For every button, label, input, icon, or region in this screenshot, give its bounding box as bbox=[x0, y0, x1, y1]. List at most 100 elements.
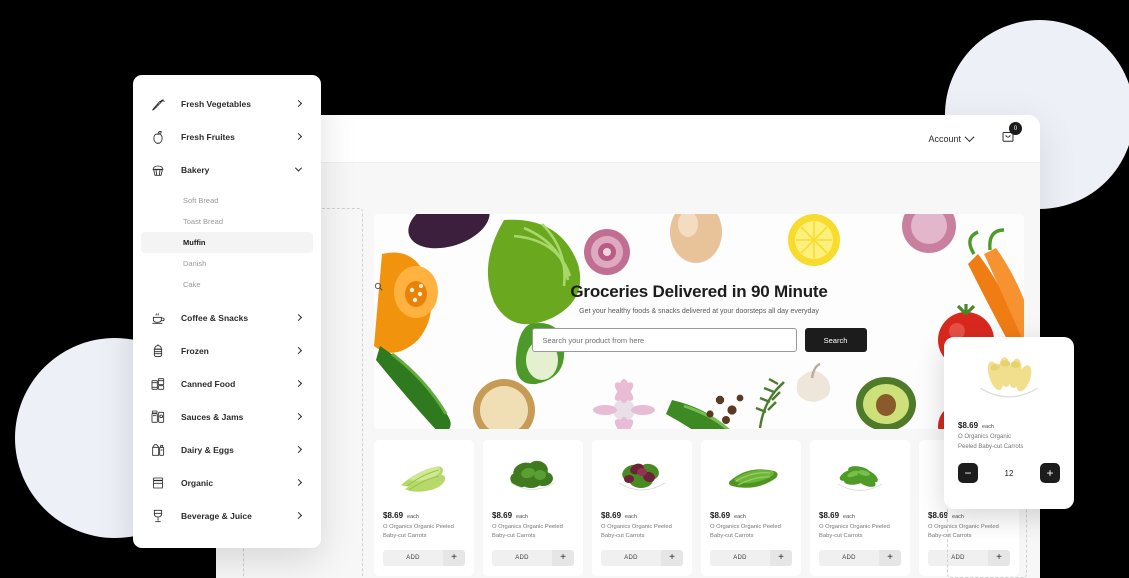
product-card[interactable]: $8.69 each O Organics Organic Peeled Bab… bbox=[483, 440, 583, 576]
category-label: Organic bbox=[181, 477, 214, 488]
canned-food-icon bbox=[149, 375, 167, 393]
baby-corn-bowl-icon bbox=[980, 357, 1038, 405]
chevron-right-icon bbox=[294, 478, 303, 487]
hero-search-row: Search bbox=[374, 282, 1024, 352]
category-subitem-cake[interactable]: Cake bbox=[141, 274, 313, 295]
product-unit: each bbox=[625, 514, 637, 520]
category-subitem-toast-bread[interactable]: Toast Bread bbox=[141, 211, 313, 232]
increment-button[interactable]: + bbox=[1040, 463, 1060, 484]
category-label: Coffee & Snacks bbox=[181, 312, 249, 323]
honey-jar-icon bbox=[149, 474, 167, 492]
product-price-row: $8.69 each bbox=[819, 511, 901, 520]
product-price: $8.69 bbox=[383, 511, 404, 520]
add-to-cart-button[interactable]: ADD bbox=[492, 549, 552, 566]
carrot-icon bbox=[149, 95, 167, 113]
product-price-row: $8.69 each bbox=[710, 511, 792, 520]
chevron-right-icon bbox=[294, 346, 303, 355]
spinach-bowl-icon bbox=[510, 460, 555, 495]
quantity-popup-card[interactable]: $8.69 each O Organics Organic Peeled Bab… bbox=[944, 337, 1074, 509]
app-window: Account 0 Groceries Delivered in 90 Minu… bbox=[216, 115, 1040, 578]
category-subitem-danish[interactable]: Danish bbox=[141, 253, 313, 274]
increment-button[interactable]: + bbox=[552, 549, 574, 566]
product-price: $8.69 bbox=[601, 511, 622, 520]
category-item-fresh-vegetables[interactable]: Fresh Vegetables bbox=[133, 87, 321, 120]
chevron-right-icon bbox=[294, 445, 303, 454]
increment-button[interactable]: + bbox=[443, 549, 465, 566]
increment-button[interactable]: + bbox=[661, 549, 683, 566]
search-button[interactable]: Search bbox=[804, 328, 867, 352]
hero-content: Groceries Delivered in 90 Minute Get you… bbox=[374, 282, 1024, 352]
ice-cream-icon bbox=[149, 342, 167, 360]
product-price: $8.69 bbox=[492, 511, 513, 520]
search-input[interactable] bbox=[542, 335, 786, 345]
product-unit: each bbox=[734, 514, 746, 520]
hero-title: Groceries Delivered in 90 Minute bbox=[570, 282, 828, 301]
product-card[interactable]: $8.69 each O Organics Organic Peeled Bab… bbox=[701, 440, 801, 576]
product-add-row: ADD + bbox=[710, 549, 792, 566]
product-unit: each bbox=[516, 514, 528, 520]
product-image bbox=[601, 449, 683, 505]
increment-button[interactable]: + bbox=[770, 549, 792, 566]
product-name: O Organics Organic Peeled Baby-cut Carro… bbox=[383, 524, 454, 539]
quantity-value: 12 bbox=[1004, 468, 1014, 478]
chevron-down-icon bbox=[294, 164, 303, 172]
apple-icon bbox=[149, 128, 167, 146]
product-card[interactable]: $8.69 each O Organics Organic Peeled Bab… bbox=[592, 440, 692, 576]
mixed-salad-bowl-icon bbox=[618, 463, 666, 496]
wine-glass-icon bbox=[149, 507, 167, 525]
product-unit: each bbox=[843, 514, 855, 520]
hero-subtitle: Get your healthy foods & snacks delivere… bbox=[579, 308, 819, 315]
category-label: Fresh Fruites bbox=[181, 131, 235, 142]
popup-product-image bbox=[958, 351, 1060, 413]
product-image bbox=[383, 449, 465, 505]
product-add-row: ADD + bbox=[819, 549, 901, 566]
product-price: $8.69 bbox=[928, 511, 949, 520]
product-image bbox=[710, 449, 792, 505]
category-label: Bakery bbox=[181, 164, 210, 175]
product-price: $8.69 bbox=[710, 511, 731, 520]
category-item-sauces-and-jams[interactable]: Sauces & Jams bbox=[133, 400, 321, 433]
category-subitem-muffin[interactable]: Muffin bbox=[141, 232, 313, 253]
screenshot-stage: Account 0 Groceries Delivered in 90 Minu… bbox=[0, 0, 1129, 578]
green-beans-bowl-icon bbox=[837, 466, 883, 496]
category-subitem-soft-bread[interactable]: Soft Bread bbox=[141, 190, 313, 211]
product-card[interactable]: $8.69 each O Organics Organic Peeled Bab… bbox=[810, 440, 910, 576]
search-field-wrapper[interactable] bbox=[374, 282, 797, 352]
category-item-dairy-and-eggs[interactable]: Dairy & Eggs bbox=[133, 433, 321, 466]
search-icon bbox=[374, 282, 383, 291]
account-menu[interactable]: Account bbox=[928, 132, 975, 144]
product-card[interactable]: $8.69 each O Organics Organic Peeled Bab… bbox=[374, 440, 474, 576]
category-label: Frozen bbox=[181, 345, 209, 356]
add-to-cart-button[interactable]: ADD bbox=[819, 549, 879, 566]
chevron-right-icon bbox=[294, 313, 303, 322]
popup-price: $8.69 bbox=[958, 421, 979, 430]
increment-button[interactable]: + bbox=[879, 549, 901, 566]
chevron-right-icon bbox=[294, 511, 303, 520]
category-item-frozen[interactable]: Frozen bbox=[133, 334, 321, 367]
product-price-row: $8.69 each bbox=[601, 511, 683, 520]
product-name: O Organics Organic Peeled Baby-cut Carro… bbox=[601, 524, 672, 539]
hero-banner: Groceries Delivered in 90 Minute Get you… bbox=[374, 214, 1024, 429]
chevron-right-icon bbox=[294, 99, 303, 108]
category-item-canned-food[interactable]: Canned Food bbox=[133, 367, 321, 400]
account-label: Account bbox=[928, 133, 961, 144]
category-item-organic[interactable]: Organic bbox=[133, 466, 321, 499]
chevron-right-icon bbox=[294, 412, 303, 421]
product-add-row: ADD + bbox=[601, 549, 683, 566]
cart-badge: 0 bbox=[1009, 122, 1022, 135]
category-menu: Fresh Vegetables Fresh Fruites Bakery So… bbox=[133, 75, 321, 548]
bakery-subitems: Soft Bread Toast Bread Muffin Danish Cak… bbox=[133, 190, 321, 295]
add-to-cart-button[interactable]: ADD bbox=[601, 549, 661, 566]
product-add-row: ADD + bbox=[492, 549, 574, 566]
product-price-row: $8.69 each bbox=[492, 511, 574, 520]
category-item-fresh-fruites[interactable]: Fresh Fruites bbox=[133, 120, 321, 153]
category-item-beverage-and-juice[interactable]: Beverage & Juice bbox=[133, 499, 321, 532]
category-item-bakery[interactable]: Bakery bbox=[133, 153, 321, 186]
popup-product-name-line1: O Organics Organic bbox=[958, 434, 1012, 440]
category-item-coffee-and-snacks[interactable]: Coffee & Snacks bbox=[133, 301, 321, 334]
cart-button[interactable]: 0 bbox=[1001, 122, 1022, 148]
decrement-button[interactable]: − bbox=[958, 463, 978, 484]
add-to-cart-button[interactable]: ADD bbox=[710, 549, 770, 566]
add-to-cart-button[interactable]: ADD bbox=[383, 549, 443, 566]
product-price-row: $8.69 each bbox=[383, 511, 465, 520]
